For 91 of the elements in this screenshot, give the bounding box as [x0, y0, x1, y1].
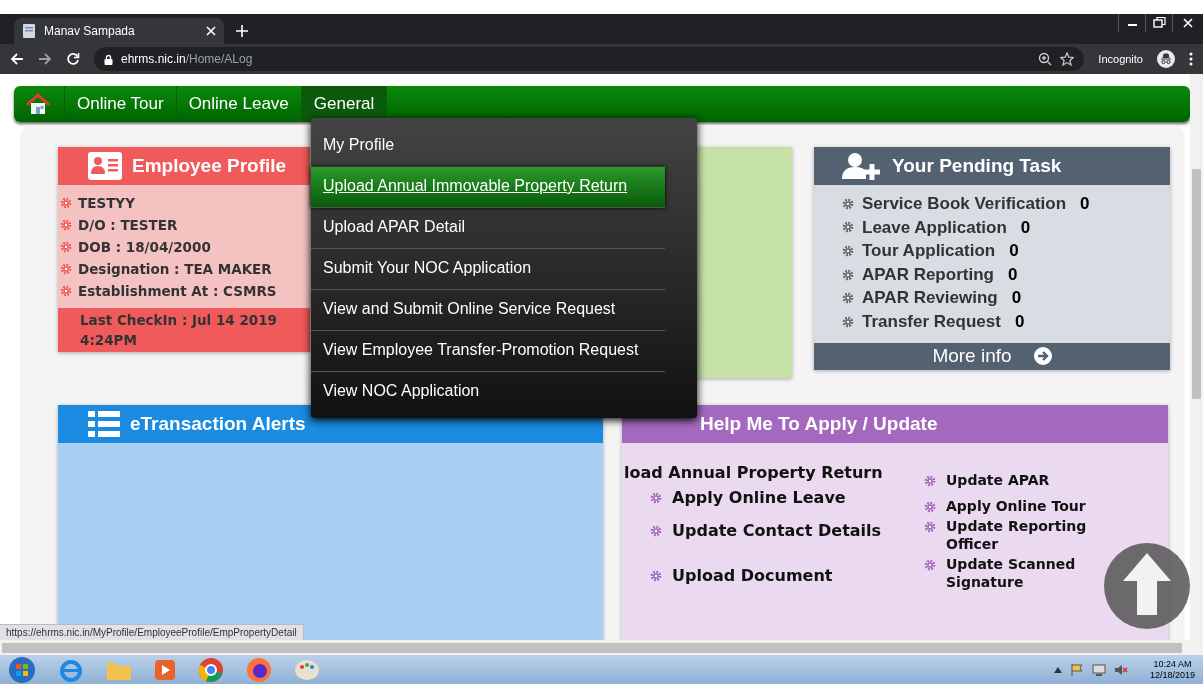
- card-title: Your Pending Task: [892, 155, 1062, 177]
- task-label[interactable]: Tour Application: [862, 239, 996, 263]
- card-title: Help Me To Apply / Update: [700, 413, 938, 435]
- gear-icon: [60, 285, 72, 297]
- gear-icon: [842, 245, 854, 257]
- help-link[interactable]: Apply Online Leave: [672, 488, 846, 507]
- gear-icon: [650, 492, 662, 504]
- contact-card-icon: [88, 152, 122, 180]
- gear-icon: [924, 501, 936, 513]
- tab-title: Manav Sampada: [44, 24, 136, 38]
- start-orb-icon[interactable]: [8, 655, 36, 684]
- task-count: 0: [1014, 310, 1025, 333]
- paint-palette-icon[interactable]: [294, 657, 320, 682]
- network-icon[interactable]: [1091, 662, 1106, 677]
- menu-item[interactable]: View NOC Application: [311, 372, 665, 412]
- profile-field: Establishment At : CSMRS: [78, 280, 277, 302]
- task-count: 0: [1007, 263, 1018, 286]
- fox-globe-icon[interactable]: [246, 656, 272, 683]
- zoom-icon[interactable]: [1038, 52, 1053, 66]
- task-label[interactable]: APAR Reviewing: [862, 286, 998, 310]
- gear-icon: [60, 219, 72, 231]
- address-bar[interactable]: ehrms.nic.in/Home/ALog: [94, 47, 1085, 71]
- task-label[interactable]: Transfer Request: [862, 309, 1001, 334]
- profile-field: DOB : 18/04/2000: [78, 236, 211, 258]
- menu-item[interactable]: View Employee Transfer-Promotion Request: [311, 331, 665, 372]
- gear-icon: [842, 197, 854, 210]
- task-count: 0: [1009, 240, 1019, 263]
- home-icon[interactable]: [26, 93, 50, 115]
- menu-item[interactable]: Upload Annual Immovable Property Return: [311, 167, 665, 208]
- media-player-icon[interactable]: [154, 658, 176, 681]
- gear-icon: [842, 292, 854, 305]
- gear-icon: [924, 521, 936, 533]
- menu-item[interactable]: Submit Your NOC Application: [311, 249, 665, 290]
- gear-icon: [60, 197, 72, 209]
- star-icon[interactable]: [1060, 52, 1075, 66]
- task-label[interactable]: APAR Reporting: [862, 262, 994, 287]
- back-icon[interactable]: [10, 52, 24, 66]
- profile-field: Designation : TEA MAKER: [78, 258, 272, 280]
- gear-icon: [924, 475, 936, 487]
- vertical-scrollbar[interactable]: [1190, 74, 1203, 640]
- gear-icon: [650, 570, 662, 582]
- scroll-to-top-icon[interactable]: [1104, 543, 1190, 629]
- help-link[interactable]: Update APAR: [946, 471, 1050, 489]
- card-title: Employee Profile: [132, 155, 287, 177]
- help-link[interactable]: Upload Document: [672, 566, 833, 585]
- help-link[interactable]: Update Scanned Signature: [946, 555, 1102, 591]
- new-tab-icon[interactable]: [236, 25, 248, 37]
- incognito-label: Incognito: [1098, 53, 1143, 65]
- more-icon[interactable]: [1189, 52, 1193, 66]
- gear-icon: [842, 268, 854, 281]
- gear-icon: [924, 559, 936, 571]
- nav-item[interactable]: Online Leave: [176, 86, 302, 122]
- gear-icon: [650, 525, 662, 537]
- gear-icon: [60, 263, 72, 275]
- browser-icon[interactable]: [198, 656, 224, 683]
- task-label[interactable]: Service Book Verification: [862, 192, 1067, 216]
- horizontal-scrollbar[interactable]: [0, 640, 1203, 655]
- nav-item[interactable]: Online Tour: [65, 86, 177, 122]
- help-link[interactable]: Update Contact Details: [672, 521, 882, 540]
- incognito-icon[interactable]: [1157, 50, 1175, 68]
- task-count: 0: [1020, 216, 1031, 239]
- page-icon: [22, 23, 36, 39]
- link-preview: https://ehrms.nic.in/MyProfile/EmployeeProfile/EmpPropertyDetail: [0, 624, 304, 640]
- help-link[interactable]: load Annual Property Return: [624, 463, 883, 482]
- gear-icon: [842, 315, 854, 328]
- user-plus-icon: [842, 152, 882, 180]
- profile-field: TESTYY: [78, 192, 135, 214]
- muted-speaker-icon[interactable]: [1113, 662, 1128, 677]
- gear-icon: [60, 241, 72, 253]
- browser-tab[interactable]: Manav Sampada: [14, 18, 224, 44]
- forward-icon[interactable]: [38, 52, 52, 66]
- task-count: 0: [1011, 287, 1022, 310]
- profile-field: D/O : TESTER: [78, 214, 178, 236]
- task-label[interactable]: Leave Application: [862, 215, 1007, 240]
- menu-item[interactable]: Upload APAR Detail: [311, 208, 665, 249]
- last-checkin-text: Last CheckIn : Jul 14 2019 4:24PM: [58, 308, 310, 352]
- url-text: ehrms.nic.in/Home/ALog: [121, 52, 253, 66]
- reload-icon[interactable]: [66, 52, 80, 66]
- menu-item[interactable]: View and Submit Online Service Request: [311, 290, 665, 331]
- help-link[interactable]: Apply Online Tour: [946, 497, 1086, 515]
- caret-icon[interactable]: [1053, 666, 1062, 673]
- help-link[interactable]: Update Reporting Officer: [946, 517, 1102, 553]
- taskbar-clock[interactable]: 10:24 AM 12/18/2019: [1149, 656, 1195, 683]
- card-title: eTransaction Alerts: [130, 413, 306, 435]
- flag-icon[interactable]: [1069, 662, 1084, 677]
- task-count: 0: [1080, 193, 1090, 215]
- more-info-button[interactable]: More info: [814, 342, 1170, 370]
- arrow-circle-icon: [1033, 347, 1052, 366]
- gear-icon: [842, 221, 854, 234]
- list-icon: [88, 411, 120, 437]
- lock-icon: [104, 53, 113, 65]
